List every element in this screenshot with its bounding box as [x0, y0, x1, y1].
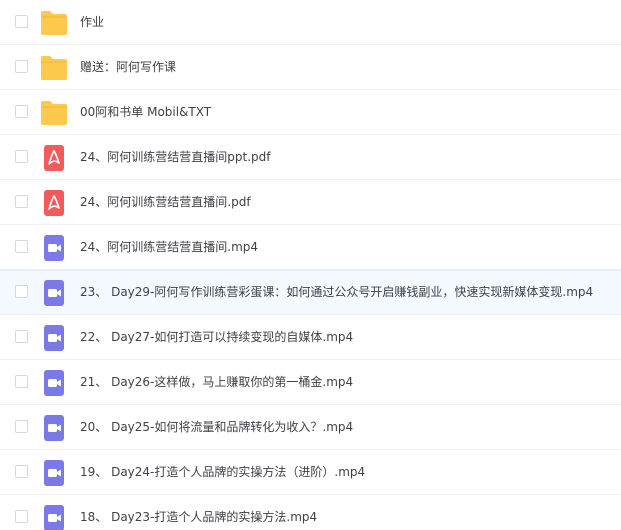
file-row[interactable]: 19、 Day24-打造个人品牌的实操方法（进阶）.mp4 [0, 450, 621, 495]
file-name[interactable]: 22、 Day27-如何打造可以持续变现的自媒体.mp4 [80, 315, 353, 360]
file-name[interactable]: 00阿和书单 Mobil&TXT [80, 90, 211, 135]
row-checkbox[interactable] [15, 195, 28, 208]
file-row[interactable]: 24、阿何训练营结营直播间.pdf [0, 180, 621, 225]
row-checkbox[interactable] [15, 465, 28, 478]
row-checkbox[interactable] [15, 285, 28, 298]
row-checkbox[interactable] [15, 330, 28, 343]
file-row[interactable]: 22、 Day27-如何打造可以持续变现的自媒体.mp4 [0, 315, 621, 360]
file-row[interactable]: 赠送：阿何写作课 [0, 45, 621, 90]
row-checkbox[interactable] [15, 420, 28, 433]
file-name[interactable]: 24、阿何训练营结营直播间ppt.pdf [80, 135, 270, 180]
file-name[interactable]: 赠送：阿何写作课 [80, 45, 176, 90]
folder-icon [40, 100, 68, 126]
video-icon [40, 415, 68, 441]
video-icon [40, 280, 68, 306]
file-row[interactable]: 20、 Day25-如何将流量和品牌转化为收入？.mp4 [0, 405, 621, 450]
row-checkbox[interactable] [15, 105, 28, 118]
video-icon [40, 505, 68, 530]
video-icon [40, 325, 68, 351]
file-name[interactable]: 24、阿何训练营结营直播间.mp4 [80, 225, 258, 270]
folder-icon [40, 55, 68, 81]
file-row[interactable]: 24、阿何训练营结营直播间.mp4 [0, 225, 621, 270]
file-row[interactable]: 18、 Day23-打造个人品牌的实操方法.mp4 [0, 495, 621, 530]
file-row[interactable]: 24、阿何训练营结营直播间ppt.pdf [0, 135, 621, 180]
row-checkbox[interactable] [15, 15, 28, 28]
row-checkbox[interactable] [15, 375, 28, 388]
file-name[interactable]: 21、 Day26-这样做，马上赚取你的第一桶金.mp4 [80, 360, 353, 405]
file-name[interactable]: 18、 Day23-打造个人品牌的实操方法.mp4 [80, 495, 317, 530]
video-icon [40, 370, 68, 396]
folder-icon [40, 10, 68, 36]
file-row[interactable]: 00阿和书单 Mobil&TXT [0, 90, 621, 135]
row-checkbox[interactable] [15, 60, 28, 73]
pdf-icon [40, 145, 68, 171]
file-name[interactable]: 23、 Day29-阿何写作训练营彩蛋课：如何通过公众号开启赚钱副业，快速实现新… [80, 271, 593, 316]
file-name[interactable]: 作业 [80, 0, 104, 45]
file-row[interactable]: 作业 [0, 0, 621, 45]
file-name[interactable]: 24、阿何训练营结营直播间.pdf [80, 180, 251, 225]
file-name[interactable]: 19、 Day24-打造个人品牌的实操方法（进阶）.mp4 [80, 450, 365, 495]
video-icon [40, 460, 68, 486]
file-row[interactable]: 23、 Day29-阿何写作训练营彩蛋课：如何通过公众号开启赚钱副业，快速实现新… [0, 270, 621, 315]
file-row[interactable]: 21、 Day26-这样做，马上赚取你的第一桶金.mp4 [0, 360, 621, 405]
row-checkbox[interactable] [15, 510, 28, 523]
row-checkbox[interactable] [15, 150, 28, 163]
row-checkbox[interactable] [15, 240, 28, 253]
video-icon [40, 235, 68, 261]
pdf-icon [40, 190, 68, 216]
file-list: 作业 赠送：阿何写作课 00阿和书单 Mobil&TXT 24、阿何训练营结营直… [0, 0, 621, 530]
file-name[interactable]: 20、 Day25-如何将流量和品牌转化为收入？.mp4 [80, 405, 353, 450]
